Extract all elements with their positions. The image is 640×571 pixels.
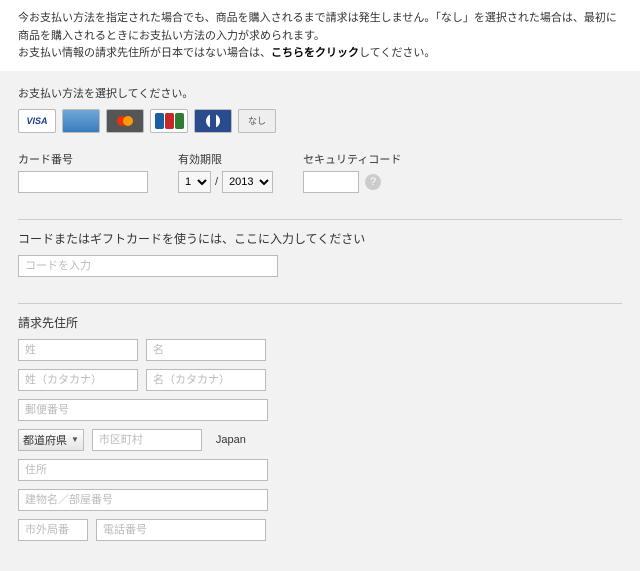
card-number-label: カード番号 bbox=[18, 151, 148, 167]
building-input[interactable] bbox=[18, 489, 268, 511]
city-input[interactable] bbox=[92, 429, 202, 451]
divider bbox=[18, 303, 622, 304]
expiry-year-select[interactable]: 2013 bbox=[222, 171, 273, 193]
postal-input[interactable] bbox=[18, 399, 268, 421]
card-none[interactable]: なし bbox=[238, 109, 276, 133]
prefecture-select[interactable]: 都道府県▼ bbox=[18, 429, 84, 451]
billing-heading: 請求先住所 bbox=[18, 314, 622, 331]
last-name-input[interactable] bbox=[18, 339, 138, 361]
first-kana-input[interactable] bbox=[146, 369, 266, 391]
help-icon[interactable]: ? bbox=[365, 174, 381, 190]
country-label: Japan bbox=[216, 434, 246, 446]
address-input[interactable] bbox=[18, 459, 268, 481]
card-visa[interactable]: VISA bbox=[18, 109, 56, 133]
card-mastercard[interactable] bbox=[106, 109, 144, 133]
card-fields-row: カード番号 有効期限 1 / 2013 セキュリティコード ? bbox=[18, 151, 622, 193]
click-here-link[interactable]: こちらをクリック bbox=[271, 47, 359, 59]
intro-line1: 今お支払い方法を指定された場合でも、商品を購入されるまで請求は発生しません。「な… bbox=[18, 10, 622, 45]
expiry-month-select[interactable]: 1 bbox=[178, 171, 211, 193]
gift-heading: コードまたはギフトカードを使うには、ここに入力してください bbox=[18, 230, 622, 247]
expiry-label: 有効期限 bbox=[178, 151, 273, 167]
card-amex[interactable] bbox=[62, 109, 100, 133]
intro-line2: お支払い情報の請求先住所が日本ではない場合は、こちらをクリックしてください。 bbox=[18, 45, 622, 63]
card-diners[interactable] bbox=[194, 109, 232, 133]
first-name-input[interactable] bbox=[146, 339, 266, 361]
card-type-row: VISA なし bbox=[18, 109, 622, 133]
form-area: お支払い方法を選択してください。 VISA なし カード番号 有効期限 1 / … bbox=[0, 71, 640, 571]
gift-code-input[interactable] bbox=[18, 255, 278, 277]
payment-heading: お支払い方法を選択してください。 bbox=[18, 85, 622, 101]
phone-input[interactable] bbox=[96, 519, 266, 541]
card-number-input[interactable] bbox=[18, 171, 148, 193]
area-code-input[interactable] bbox=[18, 519, 88, 541]
security-code-input[interactable] bbox=[303, 171, 359, 193]
chevron-down-icon: ▼ bbox=[71, 435, 79, 444]
divider bbox=[18, 219, 622, 220]
intro-block: 今お支払い方法を指定された場合でも、商品を購入されるまで請求は発生しません。「な… bbox=[0, 0, 640, 71]
expiry-slash: / bbox=[215, 176, 218, 188]
last-kana-input[interactable] bbox=[18, 369, 138, 391]
card-jcb[interactable] bbox=[150, 109, 188, 133]
security-code-label: セキュリティコード bbox=[303, 151, 401, 167]
